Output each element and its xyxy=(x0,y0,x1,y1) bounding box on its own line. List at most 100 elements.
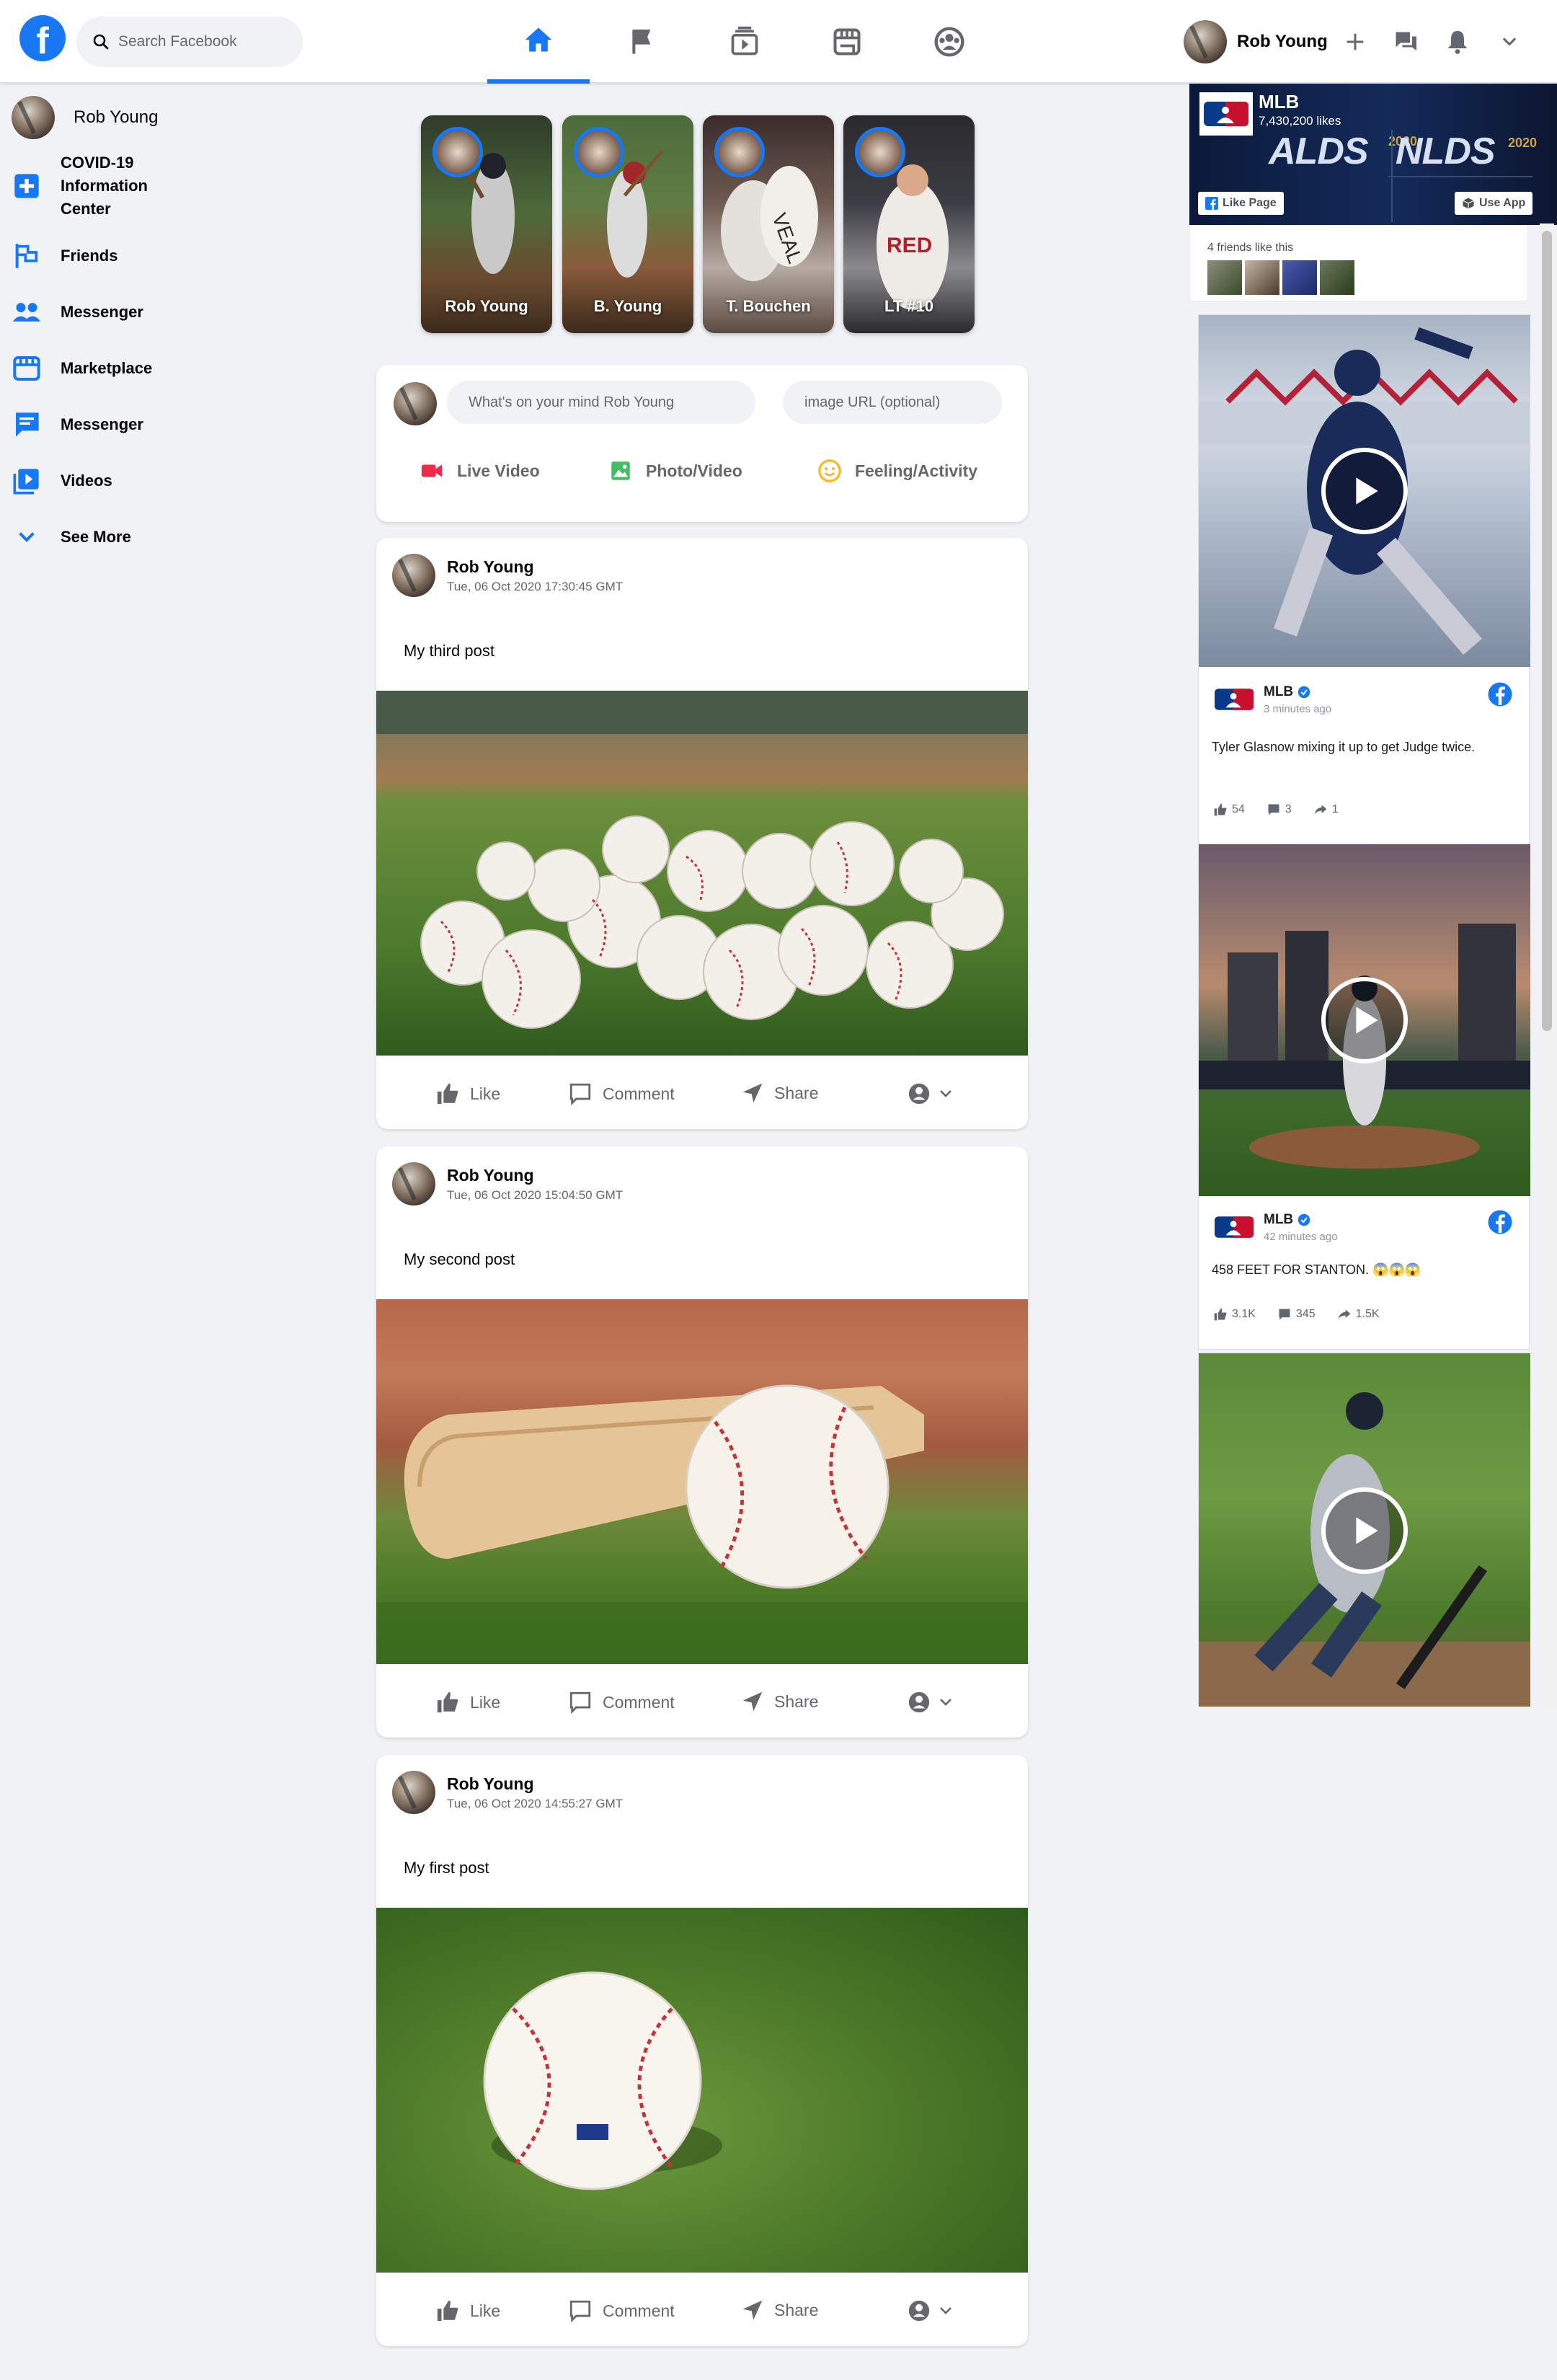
audience-selector[interactable] xyxy=(907,2299,954,2323)
story-avatar xyxy=(855,127,905,177)
author-avatar[interactable] xyxy=(392,1162,435,1206)
image-url-input[interactable] xyxy=(783,381,1002,424)
sidebar-item-videos[interactable]: Videos xyxy=(0,453,317,509)
post-image-bat-and-ball[interactable] xyxy=(376,1299,1028,1664)
facebook-link[interactable] xyxy=(1487,681,1513,711)
profile-chip[interactable]: Rob Young xyxy=(1184,20,1328,63)
baseball-graphic xyxy=(483,1971,722,2190)
sidebar-profile[interactable]: Rob Young xyxy=(0,91,317,144)
like-button[interactable]: Like xyxy=(435,2299,500,2323)
audience-selector[interactable] xyxy=(907,1081,954,1106)
nav-tab-marketplace[interactable] xyxy=(796,0,898,84)
comment-button[interactable]: Comment xyxy=(568,1690,675,1715)
share-button[interactable]: Share xyxy=(741,2299,818,2322)
page-post-stats: 54 3 1 xyxy=(1213,802,1339,817)
nav-tab-pages[interactable] xyxy=(591,0,693,84)
sidebar-item-covid[interactable]: COVID-19 Information Center xyxy=(0,144,317,228)
create-button[interactable] xyxy=(1339,26,1371,58)
feeling-activity-label: Feeling/Activity xyxy=(855,461,977,480)
author-avatar[interactable] xyxy=(392,554,435,597)
post-card: Rob Young Tue, 06 Oct 2020 17:30:45 GMT … xyxy=(376,538,1028,1129)
mlb-badge[interactable] xyxy=(1215,1216,1254,1242)
story-card[interactable]: Rob Young xyxy=(421,115,552,333)
post-card: Rob Young Tue, 06 Oct 2020 15:04:50 GMT … xyxy=(376,1146,1028,1738)
chevron-down-icon xyxy=(19,532,35,542)
story-card[interactable]: B. Young xyxy=(562,115,693,333)
photo-icon xyxy=(611,461,630,480)
play-button[interactable] xyxy=(1321,1487,1408,1574)
facebook-logo[interactable]: f xyxy=(19,15,66,61)
photo-video-button[interactable]: Photo/Video xyxy=(608,459,742,483)
video-thumbnail[interactable] xyxy=(1199,844,1530,1196)
video-thumbnail[interactable] xyxy=(1199,315,1530,667)
use-app-button[interactable]: Use App xyxy=(1455,192,1533,215)
nav-tab-groups[interactable] xyxy=(898,0,1001,84)
scrollbar-thumb[interactable] xyxy=(1542,231,1552,1031)
friend-avatar[interactable] xyxy=(1282,260,1317,295)
video-thumbnail[interactable] xyxy=(1199,1353,1530,1707)
post-image-baseballs[interactable] xyxy=(376,691,1028,1056)
mlb-cover-banner[interactable]: MLB 7,430,200 likes ALDS 2020 NLDS 2020 … xyxy=(1189,84,1557,225)
page-name[interactable]: MLB xyxy=(1259,91,1299,113)
mlb-logo-icon xyxy=(1204,102,1248,126)
shares-stat[interactable]: 1.5K xyxy=(1337,1307,1380,1322)
friend-avatar[interactable] xyxy=(1207,260,1242,295)
author-avatar[interactable] xyxy=(392,1771,435,1814)
comment-button[interactable]: Comment xyxy=(568,1081,675,1106)
facebook-link[interactable] xyxy=(1487,1209,1513,1239)
shares-stat[interactable]: 1 xyxy=(1313,802,1339,817)
post-timestamp[interactable]: Tue, 06 Oct 2020 14:55:27 GMT xyxy=(447,1797,623,1811)
post-author[interactable]: Rob Young xyxy=(447,557,623,577)
post-image-baseball-on-grass[interactable] xyxy=(376,1908,1028,2273)
story-name: B. Young xyxy=(593,297,662,315)
play-button[interactable] xyxy=(1321,448,1408,534)
notifications-button[interactable] xyxy=(1442,26,1473,58)
videos-icon xyxy=(13,469,39,495)
sidebar-item-marketplace[interactable]: Marketplace xyxy=(0,340,317,397)
likes-stat[interactable]: 54 xyxy=(1213,802,1245,817)
user-avatar xyxy=(394,382,437,425)
like-button[interactable]: Like xyxy=(435,1690,500,1715)
search-input[interactable] xyxy=(118,33,284,50)
post-author[interactable]: Rob Young xyxy=(447,1774,623,1794)
mlb-logo[interactable] xyxy=(1199,92,1253,136)
audience-selector[interactable] xyxy=(907,1690,954,1715)
nav-tab-watch[interactable] xyxy=(693,0,796,84)
post-timestamp[interactable]: Tue, 06 Oct 2020 15:04:50 GMT xyxy=(447,1188,623,1203)
post-timestamp[interactable]: Tue, 06 Oct 2020 17:30:45 GMT xyxy=(447,580,623,594)
page-post-author[interactable]: MLB xyxy=(1264,684,1293,700)
story-card[interactable]: RED LT #10 xyxy=(843,115,975,333)
post-author[interactable]: Rob Young xyxy=(447,1166,623,1185)
like-button[interactable]: Like xyxy=(435,1081,500,1106)
friend-avatar[interactable] xyxy=(1320,260,1354,295)
friends-avatars xyxy=(1207,260,1354,295)
sidebar-item-messenger-2[interactable]: Messenger xyxy=(0,397,317,453)
page-post-time[interactable]: 42 minutes ago xyxy=(1264,1231,1338,1243)
like-page-button[interactable]: Like Page xyxy=(1198,192,1284,215)
mlb-badge[interactable] xyxy=(1215,689,1254,714)
comment-button[interactable]: Comment xyxy=(568,2299,675,2323)
share-button[interactable]: Share xyxy=(741,1690,818,1713)
like-label: Like xyxy=(470,2301,501,2320)
story-card[interactable]: VEAL T. Bouchen xyxy=(703,115,834,333)
sidebar-item-see-more[interactable]: See More xyxy=(0,509,317,565)
sidebar-item-messenger[interactable]: Messenger xyxy=(0,284,317,340)
sidebar-item-friends[interactable]: Friends xyxy=(0,228,317,284)
comments-stat[interactable]: 345 xyxy=(1277,1307,1316,1322)
search-box[interactable] xyxy=(76,17,303,67)
plugin-scrollbar[interactable] xyxy=(1540,224,1554,1709)
live-video-button[interactable]: Live Video xyxy=(420,459,540,483)
messenger-button[interactable] xyxy=(1390,26,1421,58)
share-button[interactable]: Share xyxy=(741,1081,818,1105)
account-menu-button[interactable] xyxy=(1494,26,1525,58)
page-post-time[interactable]: 3 minutes ago xyxy=(1264,703,1331,715)
status-input[interactable] xyxy=(447,381,755,424)
play-button[interactable] xyxy=(1321,977,1408,1063)
page-post-stats: 3.1K 345 1.5K xyxy=(1213,1307,1380,1322)
comments-stat[interactable]: 3 xyxy=(1267,802,1292,817)
likes-stat[interactable]: 3.1K xyxy=(1213,1307,1256,1322)
friend-avatar[interactable] xyxy=(1245,260,1279,295)
nav-tab-home[interactable] xyxy=(487,0,590,84)
feeling-activity-button[interactable]: Feeling/Activity xyxy=(817,459,977,483)
page-post-author[interactable]: MLB xyxy=(1264,1212,1293,1228)
